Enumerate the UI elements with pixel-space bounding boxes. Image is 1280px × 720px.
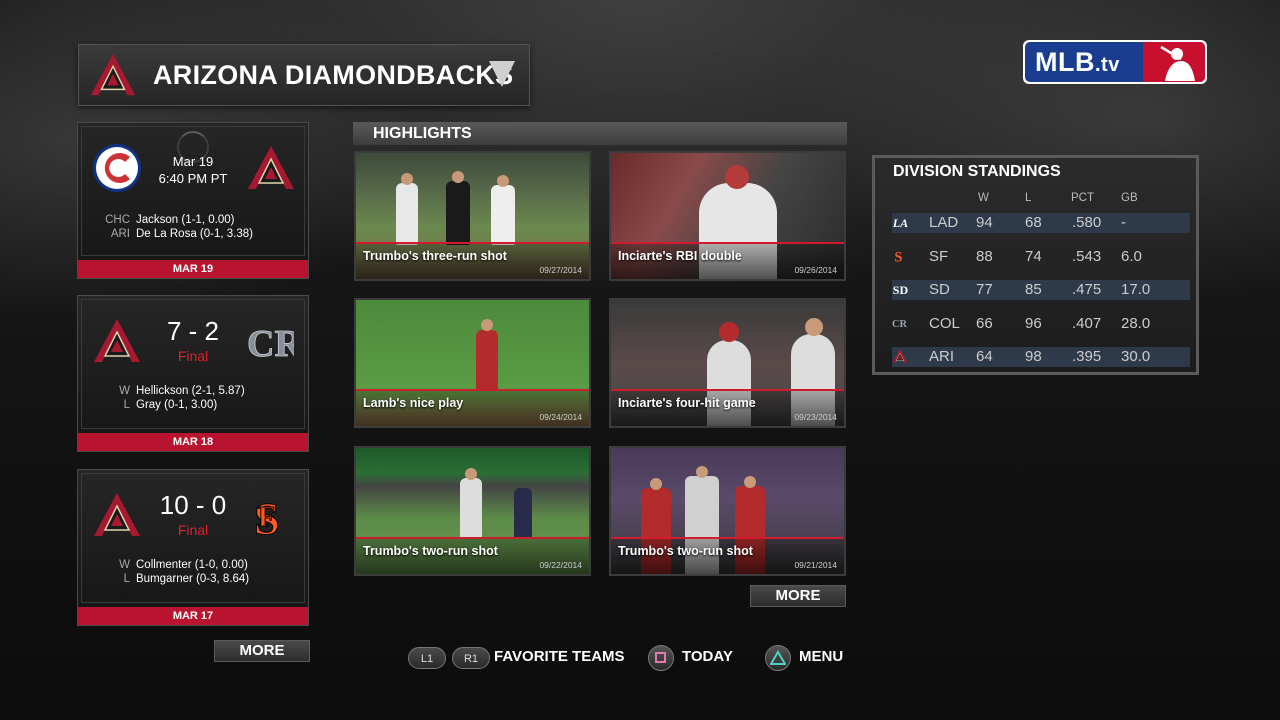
mlbtv-logo-suffix: .tv [1094,54,1120,76]
highlight-date: 09/21/2014 [794,560,837,570]
standings-row[interactable]: ARI 64 98 .395 30.0 [892,347,1190,367]
highlights-more-button[interactable]: MORE [750,585,846,607]
giants-logo-icon [892,247,908,265]
highlight-title: Inciarte's RBI double [618,249,742,263]
diamondbacks-logo-icon [89,51,137,99]
standings-col-l: L [1025,192,1032,204]
games-more-button[interactable]: MORE [214,640,310,662]
pitcher-line: CHC Jackson (1-1, 0.00) [105,214,235,226]
highlight-title: Lamb's nice play [363,396,464,410]
square-button-icon[interactable] [648,645,674,671]
game-card[interactable]: Mar 19 6:40 PM PT CHC Jackson (1-1, 0.00)… [77,122,309,279]
game-date-bar: MAR 18 [78,433,308,451]
diamondbacks-logo-icon [246,143,296,193]
game-date: Mar 19 [172,154,214,169]
highlight-date: 09/26/2014 [794,265,837,275]
favorite-teams-label[interactable]: FAVORITE TEAMS [494,648,625,665]
cubs-logo-icon [92,143,142,193]
giants-logo-icon [246,490,296,540]
l1-button-icon[interactable]: L1 [408,647,446,669]
highlight-title: Trumbo's two-run shot [363,544,498,558]
team-selector-dropdown[interactable]: ARIZONA DIAMONDBACKS [78,44,530,106]
highlight-date: 09/24/2014 [539,412,582,422]
standings-title: DIVISION STANDINGS [893,163,1061,180]
game-date-bar: MAR 17 [78,607,308,625]
highlight-thumbnail[interactable]: Trumbo's two-run shot 09/21/2014 [609,446,846,576]
pitcher-line: W Collmenter (1-0, 0.00) [119,559,248,571]
game-score: 10 - 0 [159,490,227,520]
highlight-title: Trumbo's three-run shot [363,249,507,263]
mlbtv-logo: MLB.tv [1023,40,1207,84]
highlight-title: Inciarte's four-hit game [618,396,756,410]
highlight-thumbnail[interactable]: Trumbo's three-run shot 09/27/2014 [354,151,591,281]
standings-row[interactable]: SF 88 74 .543 6.0 [892,247,1190,267]
diamondbacks-logo-icon [892,347,908,365]
game-time: 6:40 PM PT [158,171,228,186]
game-schedule: Mar 19 6:40 PM PT [148,153,238,187]
padres-logo-icon [892,280,908,298]
pitcher-line: L Gray (0-1, 3.00) [123,399,218,411]
chevron-down-icon [489,61,515,87]
highlight-date: 09/22/2014 [539,560,582,570]
diamondbacks-logo-icon [92,490,142,540]
mlbtv-logo-text: MLB [1035,47,1095,77]
highlights-header: HIGHLIGHTS [353,122,847,145]
highlight-thumbnail[interactable]: Inciarte's RBI double 09/26/2014 [609,151,846,281]
standings-col-pct: PCT [1071,192,1094,204]
game-card[interactable]: 7 - 2 Final W Hellickson (2-1, 5.87) L Gra… [77,295,309,452]
game-date-bar: MAR 19 [78,260,308,278]
highlight-thumbnail[interactable]: Trumbo's two-run shot 09/22/2014 [354,446,591,576]
standings-col-gb: GB [1121,192,1138,204]
game-status: Final [177,522,209,538]
pitcher-line: W Hellickson (2-1, 5.87) [119,385,245,397]
pitcher-line: ARI De La Rosa (0-1, 3.38) [110,228,253,240]
batter-silhouette-icon [1160,45,1195,81]
highlight-date: 09/23/2014 [794,412,837,422]
today-label[interactable]: TODAY [682,648,733,665]
game-score: 7 - 2 [166,316,220,346]
diamondbacks-logo-icon [92,316,142,366]
division-standings-panel: DIVISION STANDINGS W L PCT GB LAD 94 68 … [872,155,1199,375]
menu-label[interactable]: MENU [799,648,843,665]
triangle-button-icon[interactable] [765,645,791,671]
game-card[interactable]: 10 - 0 Final W Collmenter (1-0, 0.00) L Bu… [77,469,309,626]
standings-row[interactable]: COL 66 96 .407 28.0 [892,314,1190,334]
game-status: Final [177,348,209,364]
standings-col-w: W [978,192,989,204]
rockies-logo-icon [244,316,294,366]
standings-row[interactable]: LAD 94 68 .580 - [892,213,1190,233]
highlight-date: 09/27/2014 [539,265,582,275]
dodgers-logo-icon [892,213,908,231]
standings-row[interactable]: SD 77 85 .475 17.0 [892,280,1190,300]
highlight-title: Trumbo's two-run shot [618,544,753,558]
pitcher-line: L Bumgarner (0-3, 8.64) [123,573,250,585]
r1-button-icon[interactable]: R1 [452,647,490,669]
highlight-thumbnail[interactable]: Inciarte's four-hit game 09/23/2014 [609,298,846,428]
highlight-thumbnail[interactable]: Lamb's nice play 09/24/2014 [354,298,591,428]
rockies-logo-icon [892,314,908,332]
team-name: ARIZONA DIAMONDBACKS [153,59,514,90]
